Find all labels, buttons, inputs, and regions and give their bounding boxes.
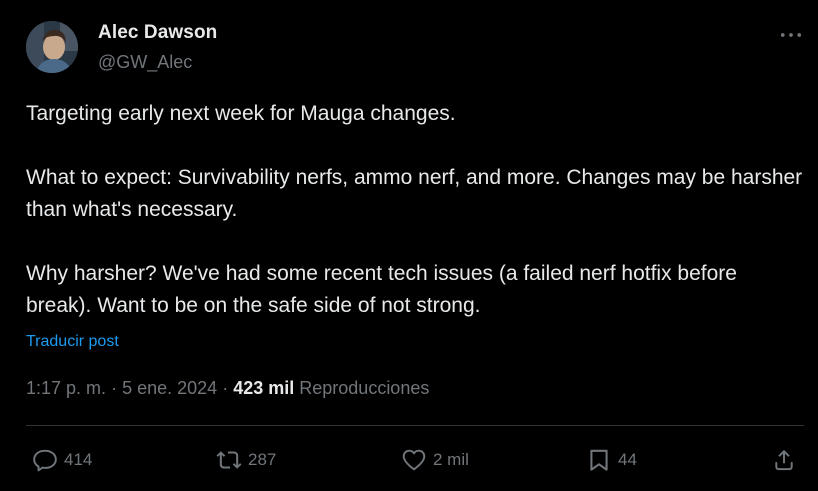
meta-separator: · [111, 378, 118, 398]
reply-count: 414 [64, 450, 93, 469]
more-options-button[interactable] [778, 24, 804, 46]
author-handle[interactable]: @GW_Alec [98, 52, 192, 73]
tweet-meta: 1:17 p. m. · 5 ene. 2024 · 423 mil Repro… [26, 378, 429, 399]
like-count: 2 mil [433, 450, 469, 469]
tweet-card: Alec Dawson @GW_Alec Targeting early nex… [0, 0, 818, 491]
reply-icon [33, 449, 57, 472]
action-bar: 414 287 2 mil 44 [0, 440, 818, 480]
bookmark-button[interactable]: 44 [586, 440, 637, 480]
translate-post-link[interactable]: Traducir post [26, 333, 119, 351]
author-avatar[interactable] [26, 21, 78, 73]
repost-button[interactable]: 287 [216, 440, 276, 480]
views-count[interactable]: 423 mil [233, 378, 294, 398]
tweet-date[interactable]: 5 ene. 2024 [122, 378, 217, 398]
author-name[interactable]: Alec Dawson [98, 22, 217, 44]
reply-button[interactable]: 414 [32, 440, 92, 480]
tweet-paragraph: Why harsher? We've had some recent tech … [26, 262, 737, 317]
views-label: Reproducciones [299, 378, 430, 398]
repost-icon [216, 451, 242, 469]
like-button[interactable]: 2 mil [401, 440, 469, 480]
bookmark-count: 44 [618, 450, 637, 469]
tweet-time[interactable]: 1:17 p. m. [26, 378, 106, 398]
share-button[interactable] [771, 440, 797, 480]
tweet-paragraph: Targeting early next week for Mauga chan… [26, 102, 456, 125]
repost-count: 287 [248, 450, 277, 469]
divider [26, 425, 804, 426]
meta-separator: · [222, 378, 229, 398]
tweet-paragraph: What to expect: Survivability nerfs, amm… [26, 166, 803, 221]
bookmark-icon [590, 449, 608, 471]
avatar-image [26, 21, 78, 73]
tweet-text: Targeting early next week for Mauga chan… [26, 98, 806, 322]
more-dots-icon [780, 33, 802, 37]
share-icon [775, 449, 793, 471]
heart-icon [402, 449, 426, 471]
